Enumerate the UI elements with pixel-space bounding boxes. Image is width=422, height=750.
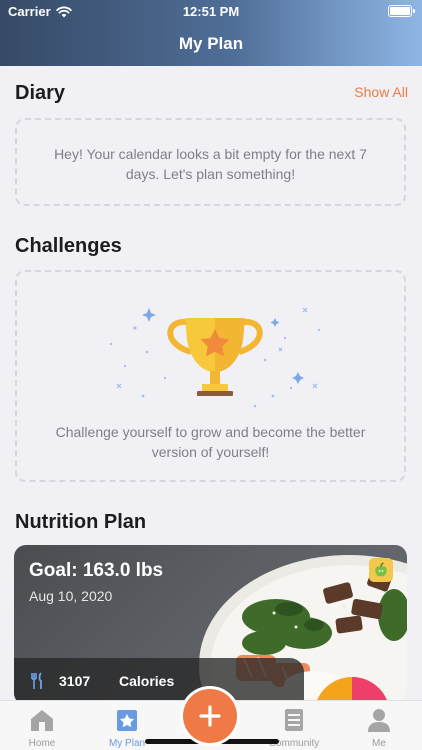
nutrition-plan-card[interactable]: Goal: 163.0 lbs Aug 10, 2020 3107 Calori… <box>14 545 407 705</box>
diary-empty-card[interactable]: Hey! Your calendar looks a bit empty for… <box>15 118 406 206</box>
nutrition-heading: Nutrition Plan <box>15 511 147 533</box>
goal-date: Aug 10, 2020 <box>29 588 113 604</box>
challenges-empty-message: Challenge yourself to grow and become th… <box>55 424 366 460</box>
calories-label: Calories <box>119 673 175 689</box>
challenges-heading: Challenges <box>15 235 122 257</box>
page-title: My Plan <box>178 34 244 53</box>
plan-icon <box>117 710 137 731</box>
profile-icon <box>368 709 390 732</box>
add-button[interactable] <box>180 686 240 746</box>
diary-heading: Diary <box>15 82 66 104</box>
battery-icon <box>388 5 415 17</box>
fork-knife-icon <box>31 672 42 689</box>
apple-app-icon <box>369 558 393 582</box>
community-icon <box>285 709 303 731</box>
tab-home-label: Home <box>28 738 56 749</box>
clock: 12:51 PM <box>182 4 240 19</box>
trophy-icon <box>109 307 321 408</box>
tab-home[interactable]: Home <box>7 707 77 749</box>
status-bar: Carrier 12:51 PM <box>0 0 422 24</box>
show-all-link[interactable]: Show All <box>354 84 408 100</box>
header: Carrier 12:51 PM My Plan <box>0 0 422 66</box>
tab-me-label: Me <box>372 738 386 749</box>
plus-icon <box>199 705 221 727</box>
diary-empty-message: Hey! Your calendar looks a bit empty for… <box>54 146 367 182</box>
calories-summary: 3107 Calories <box>14 658 304 705</box>
goal-weight: Goal: 163.0 lbs <box>29 560 164 581</box>
tab-me[interactable]: Me <box>344 707 414 749</box>
challenges-empty-card[interactable]: Challenge yourself to grow and become th… <box>15 270 406 482</box>
calories-value: 3107 <box>59 673 91 689</box>
home-icon <box>31 710 53 731</box>
